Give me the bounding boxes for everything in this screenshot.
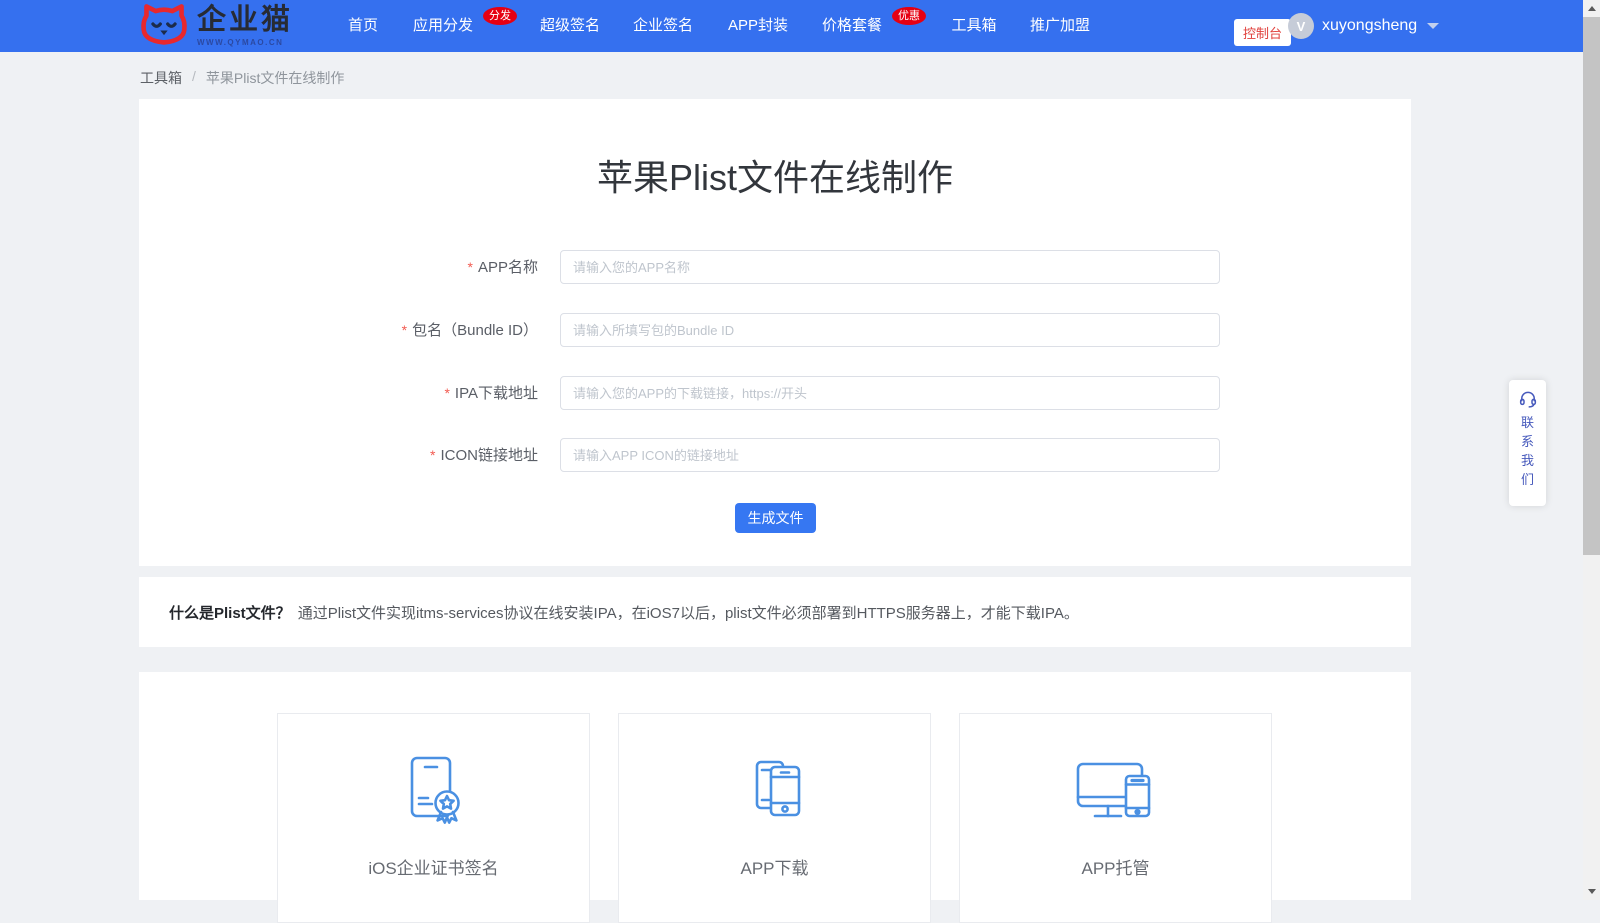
form-row-bundle-id: *包名（Bundle ID） [139, 313, 1411, 347]
console-button[interactable]: 控制台 [1234, 19, 1291, 46]
certificate-star-icon [392, 750, 476, 839]
vertical-scrollbar [1583, 0, 1600, 900]
contact-label-char: 联 [1521, 413, 1534, 432]
breadcrumb: 工具箱 / 苹果Plist文件在线制作 [140, 68, 344, 88]
chevron-down-icon [1427, 23, 1439, 29]
related-services-section: iOS企业证书签名 APP下载 [139, 672, 1411, 900]
user-menu[interactable]: V xuyongsheng [1288, 0, 1439, 52]
plist-form-card: 苹果Plist文件在线制作 *APP名称 *包名（Bundle ID） *IPA… [139, 99, 1411, 566]
headset-icon [1518, 389, 1538, 409]
feature-label: APP托管 [960, 854, 1271, 879]
contact-label-char: 们 [1521, 470, 1534, 489]
bundle-id-input[interactable] [560, 313, 1220, 347]
nav-item-home[interactable]: 首页 [348, 0, 378, 52]
page-title: 苹果Plist文件在线制作 [139, 149, 1411, 201]
nav-item-toolbox[interactable]: 工具箱 [951, 0, 996, 52]
form-row-ipa-url: *IPA下载地址 [139, 376, 1411, 410]
feature-card-ios-certificate-sign[interactable]: iOS企业证书签名 [277, 713, 590, 923]
required-asterisk: * [468, 259, 473, 275]
feature-card-app-hosting[interactable]: APP托管 [959, 713, 1272, 923]
contact-us-widget[interactable]: 联 系 我 们 [1509, 380, 1546, 506]
nav-item-app-package[interactable]: APP封装 [728, 0, 788, 52]
scroll-down-button[interactable] [1583, 883, 1600, 900]
scroll-up-button[interactable] [1583, 0, 1600, 17]
distribution-badge: 分发 [483, 7, 517, 25]
feature-card-app-download[interactable]: APP下载 [618, 713, 931, 923]
nav-item-app-distribution[interactable]: 应用分发 [413, 0, 473, 52]
app-name-input[interactable] [560, 250, 1220, 284]
logo[interactable]: 企业猫 WWW.QYMAO.CN [140, 3, 293, 49]
top-navbar: 企业猫 WWW.QYMAO.CN 首页 应用分发 超级签名 企业签名 APP封装… [0, 0, 1583, 52]
generate-file-button[interactable]: 生成文件 [735, 503, 816, 533]
form-row-app-name: *APP名称 [139, 250, 1411, 284]
icon-url-label: *ICON链接地址 [430, 438, 538, 472]
feature-label: APP下载 [619, 854, 930, 879]
info-title: 什么是Plist文件？ [169, 602, 291, 623]
plist-info-card: 什么是Plist文件？ 通过Plist文件实现itms-services协议在线… [139, 577, 1411, 647]
monitor-phone-icon [1068, 750, 1164, 839]
scrollbar-thumb[interactable] [1583, 17, 1600, 555]
logo-subtitle: WWW.QYMAO.CN [197, 39, 293, 47]
required-asterisk: * [430, 447, 435, 463]
feature-label: iOS企业证书签名 [278, 854, 589, 879]
discount-badge: 优惠 [892, 7, 926, 25]
ipa-url-input[interactable] [560, 376, 1220, 410]
dual-phones-icon [733, 750, 817, 839]
nav-item-pricing[interactable]: 价格套餐 [822, 0, 882, 52]
avatar: V [1288, 13, 1314, 39]
nav-item-enterprise-sign[interactable]: 企业签名 [633, 0, 693, 52]
icon-url-input[interactable] [560, 438, 1220, 472]
nav-item-super-sign[interactable]: 超级签名 [540, 0, 600, 52]
required-asterisk: * [444, 385, 449, 401]
cat-logo-icon [140, 1, 188, 52]
username: xuyongsheng [1322, 17, 1417, 35]
info-description: 通过Plist文件实现itms-services协议在线安装IPA，在iOS7以… [298, 602, 1079, 623]
ipa-url-label: *IPA下载地址 [444, 376, 538, 410]
contact-label-char: 我 [1521, 451, 1534, 470]
required-asterisk: * [402, 322, 407, 338]
form-row-icon-url: *ICON链接地址 [139, 438, 1411, 472]
logo-title: 企业猫 [197, 6, 293, 35]
bundle-id-label: *包名（Bundle ID） [402, 313, 538, 347]
app-name-label: *APP名称 [468, 250, 538, 284]
breadcrumb-toolbox[interactable]: 工具箱 [140, 68, 182, 88]
breadcrumb-separator: / [192, 68, 196, 88]
breadcrumb-current: 苹果Plist文件在线制作 [206, 68, 344, 88]
triangle-down-icon [1588, 889, 1596, 894]
nav-item-promotion[interactable]: 推广加盟 [1030, 0, 1090, 52]
triangle-up-icon [1588, 6, 1596, 11]
contact-label-char: 系 [1521, 432, 1534, 451]
